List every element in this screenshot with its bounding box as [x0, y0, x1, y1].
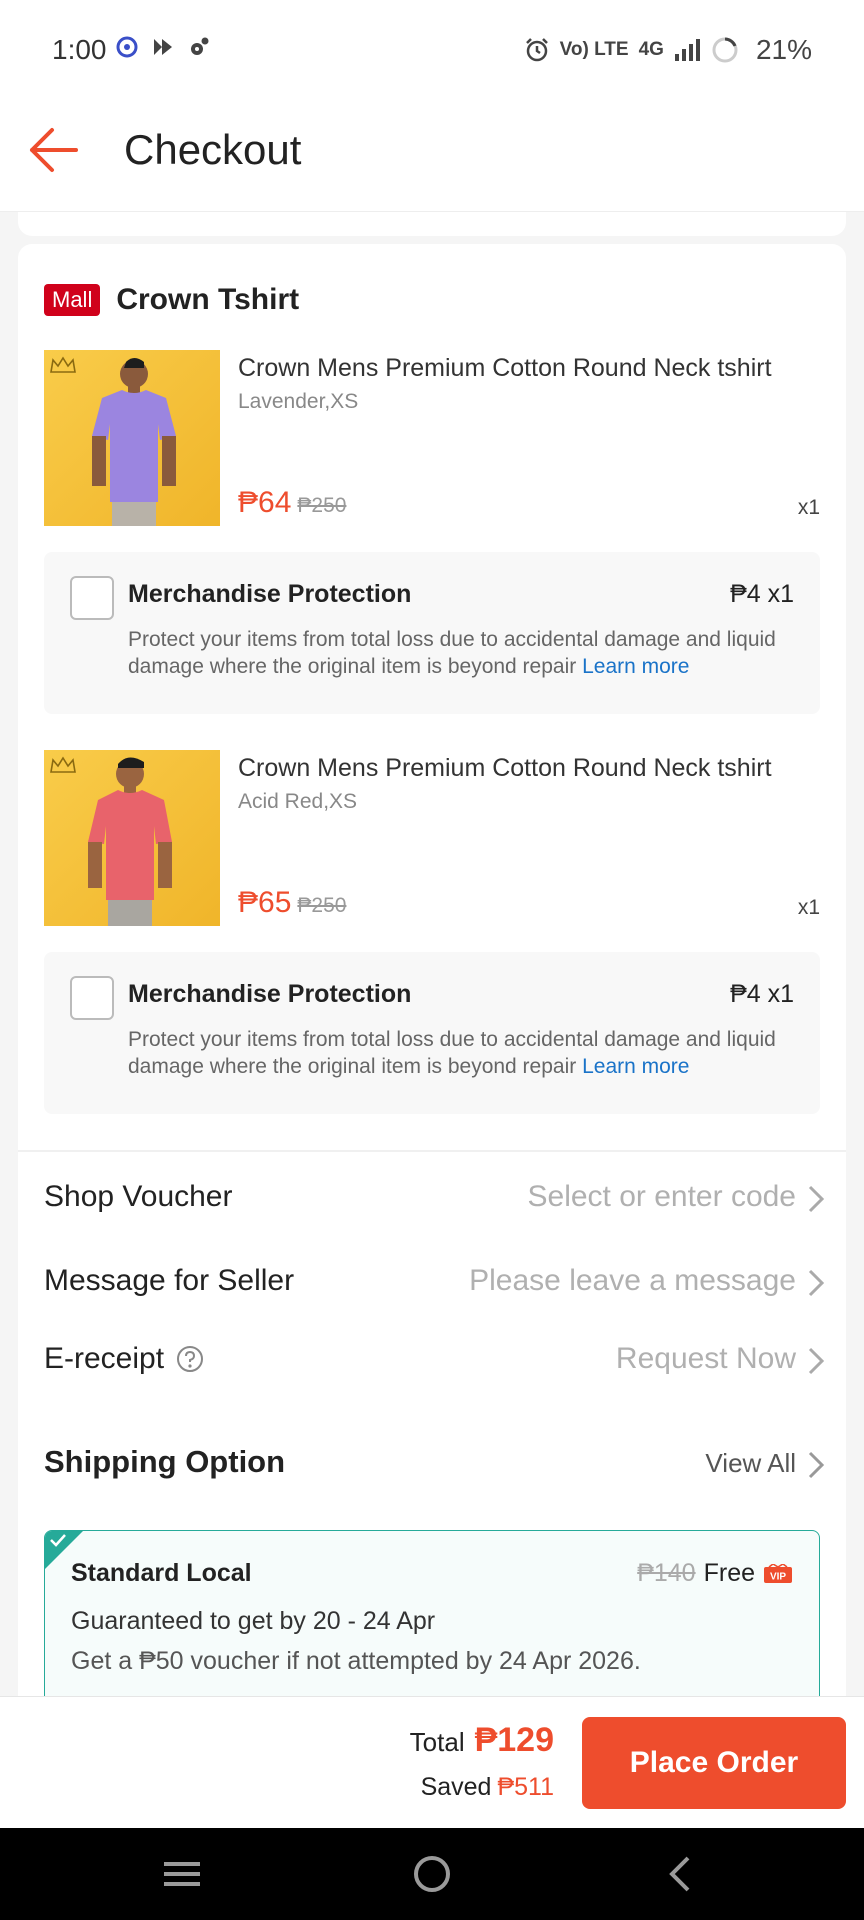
view-all-link[interactable]: View All — [705, 1448, 796, 1479]
shipping-title: Shipping Option — [44, 1444, 286, 1479]
protection-price: ₱4 x1 — [730, 580, 794, 608]
settings-notification-icon — [191, 37, 209, 55]
order-total: Total ₱129 — [410, 1721, 554, 1760]
message-seller-input[interactable]: Please leave a message — [469, 1264, 796, 1298]
protection-checkbox[interactable] — [70, 576, 114, 620]
original-price: ₱250 — [297, 894, 347, 917]
product-quantity: x1 — [797, 496, 820, 519]
shipping-old-fee: ₱140 — [637, 1559, 696, 1587]
saved-value: ₱511 — [497, 1773, 554, 1801]
chevron-right-icon — [808, 1347, 825, 1375]
volte-indicator: Vo) LTE — [559, 39, 629, 60]
home-button[interactable] — [408, 1850, 456, 1898]
media-notification-icon — [154, 39, 172, 55]
merchandise-protection: Merchandise Protection ₱4 x1 Protect you… — [44, 552, 820, 714]
product-quantity: x1 — [797, 896, 820, 919]
status-right: Vo) LTE 4G 21% — [524, 34, 812, 66]
tshirt-model-image — [92, 358, 176, 526]
product-image — [44, 350, 220, 526]
checkout-content[interactable]: Mall Crown Tshirt Crown Mens Premium Cot… — [0, 212, 864, 1696]
product-name: Crown Mens Premium Cotton Round Neck tsh… — [238, 754, 772, 782]
merchandise-protection: Merchandise Protection ₱4 x1 Protect you… — [44, 952, 820, 1114]
shop-order-card: Mall Crown Tshirt Crown Mens Premium Cot… — [18, 244, 846, 1696]
checkmark-icon — [50, 1534, 66, 1547]
protection-title: Merchandise Protection — [128, 580, 412, 608]
battery-icon — [712, 37, 738, 63]
home-circle-icon — [414, 1856, 450, 1892]
back-arrow-icon — [30, 128, 78, 172]
network-type: 4G — [638, 39, 664, 60]
shop-voucher-value: Select or enter code — [527, 1180, 797, 1213]
learn-more-link[interactable]: Learn more — [582, 1055, 689, 1078]
brand-crown-logo — [50, 756, 76, 773]
product-image — [44, 750, 220, 926]
page-title: Checkout — [124, 126, 302, 173]
sale-price: ₱65 — [238, 886, 292, 919]
ereceipt-label-group: E-receipt — [44, 1342, 204, 1376]
product-price: ₱65 ₱250 — [238, 886, 346, 920]
previous-section — [18, 212, 846, 236]
shipping-voucher-note: Get a ₱50 voucher if not attempted by 24… — [71, 1647, 641, 1675]
product-item[interactable]: Crown Mens Premium Cotton Round Neck tsh… — [44, 750, 820, 926]
saved-label: Saved — [420, 1773, 492, 1801]
alarm-icon — [525, 38, 548, 62]
product-variant: Lavender,XS — [238, 390, 359, 413]
total-value: ₱129 — [474, 1721, 554, 1759]
vip-icon: VIP — [764, 1563, 792, 1583]
sale-price: ₱64 — [238, 486, 292, 519]
ereceipt-value: Request Now — [615, 1342, 796, 1375]
shipping-fee: ₱140 Free VIP — [637, 1559, 793, 1588]
vip-text: VIP — [770, 1571, 786, 1582]
protection-checkbox[interactable] — [70, 976, 114, 1020]
learn-more-link[interactable]: Learn more — [582, 655, 689, 678]
ereceipt-label: E-receipt — [44, 1342, 165, 1375]
status-bar: 1:00 Vo) LTE 4G 21% — [0, 0, 864, 100]
back-button[interactable] — [26, 122, 82, 178]
brand-crown-logo — [50, 356, 76, 373]
help-icon[interactable] — [176, 1345, 204, 1373]
shop-voucher-row[interactable]: Shop Voucher Select or enter code — [44, 1170, 830, 1226]
protection-description: Protect your items from total loss due t… — [128, 1026, 788, 1080]
protection-price: ₱4 x1 — [730, 980, 794, 1008]
message-seller-row[interactable]: Message for Seller Please leave a messag… — [44, 1254, 830, 1310]
shop-header: Mall Crown Tshirt — [44, 280, 299, 320]
recent-apps-button[interactable] — [158, 1850, 206, 1898]
shop-voucher-label: Shop Voucher — [44, 1180, 233, 1213]
place-order-button[interactable]: Place Order — [582, 1717, 846, 1809]
shop-name: Crown Tshirt — [116, 283, 300, 316]
app-notification-icon — [116, 36, 138, 58]
shipping-free: Free — [703, 1559, 755, 1587]
system-back-button[interactable] — [656, 1850, 704, 1898]
signal-icon — [674, 39, 700, 61]
product-name: Crown Mens Premium Cotton Round Neck tsh… — [238, 354, 772, 382]
product-item[interactable]: Crown Mens Premium Cotton Round Neck tsh… — [44, 350, 820, 526]
status-time: 1:00 — [52, 34, 107, 65]
menu-icon — [164, 1862, 200, 1886]
shipping-header: Shipping Option View All — [44, 1436, 830, 1492]
battery-percent: 21% — [755, 34, 812, 65]
message-seller-label: Message for Seller — [44, 1264, 295, 1297]
chevron-right-icon — [808, 1269, 825, 1297]
product-variant: Acid Red,XS — [238, 790, 358, 813]
protection-description: Protect your items from total loss due t… — [128, 626, 788, 680]
chevron-right-icon — [808, 1185, 825, 1213]
notification-icons — [116, 36, 210, 58]
chevron-right-icon — [808, 1451, 825, 1479]
shipping-option-card[interactable]: Standard Local ₱140 Free VIP Guaranteed … — [44, 1530, 820, 1696]
order-savings: Saved ₱511 — [421, 1773, 554, 1802]
original-price: ₱250 — [297, 494, 347, 517]
checkout-bar: Total ₱129 Saved ₱511 Place Order — [0, 1696, 864, 1828]
shipping-guarantee: Guaranteed to get by 20 - 24 Apr — [71, 1607, 436, 1635]
section-divider — [18, 1150, 846, 1152]
shipping-option-name: Standard Local — [71, 1559, 252, 1587]
system-nav-bar — [0, 1828, 864, 1920]
mall-badge: Mall — [44, 284, 101, 316]
total-label: Total — [409, 1727, 465, 1757]
tshirt-model-image — [88, 757, 172, 926]
protection-title: Merchandise Protection — [128, 980, 412, 1008]
app-header: Checkout — [0, 100, 864, 212]
back-chevron-icon — [669, 1856, 690, 1892]
product-price: ₱64 ₱250 — [238, 486, 346, 520]
ereceipt-row[interactable]: E-receipt Request Now — [44, 1332, 830, 1388]
